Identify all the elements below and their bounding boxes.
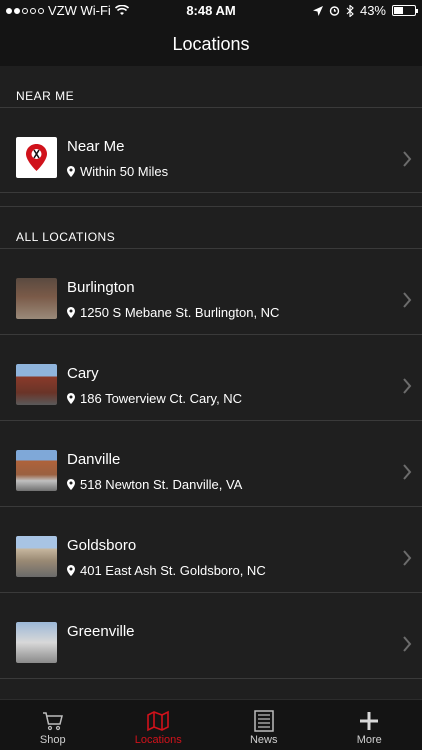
list-item-goldsboro[interactable]: Goldsboro 401 East Ash St. Goldsboro, NC	[0, 507, 422, 593]
status-bar: VZW Wi-Fi 8:48 AM 43%	[0, 0, 422, 22]
store-photo	[16, 364, 57, 405]
chevron-right-icon	[403, 151, 412, 167]
location-address: 401 East Ash St. Goldsboro, NC	[80, 563, 266, 578]
location-address: 518 Newton St. Danville, VA	[80, 477, 243, 492]
section-divider	[0, 193, 422, 207]
tab-label: News	[249, 734, 278, 746]
list-item-cary[interactable]: Cary 186 Towerview Ct. Cary, NC	[0, 335, 422, 421]
location-detail: Within 50 Miles	[67, 164, 168, 179]
plus-icon	[360, 712, 379, 730]
section-header-near-me: NEAR ME	[0, 66, 422, 108]
map-marker-icon	[67, 479, 75, 490]
chevron-right-icon	[403, 378, 412, 394]
map-icon	[147, 710, 170, 732]
battery-icon	[392, 5, 418, 16]
location-subtitle: Within 50 Miles	[80, 164, 169, 179]
location-name: Burlington	[67, 279, 135, 296]
location-detail: 518 Newton St. Danville, VA	[67, 477, 242, 492]
location-name: Goldsboro	[67, 537, 137, 554]
map-pin-logo-icon	[16, 137, 57, 178]
cart-icon	[42, 712, 63, 731]
location-address: 1250 S Mebane St. Burlington, NC	[80, 305, 280, 320]
map-marker-icon	[67, 393, 75, 404]
location-name: Danville	[67, 451, 121, 468]
location-detail: 1250 S Mebane St. Burlington, NC	[67, 305, 279, 320]
page-title: Locations	[172, 34, 250, 54]
locations-list[interactable]: NEAR ME Near Me Within 50 Miles ALL LOCA…	[0, 66, 422, 700]
store-photo	[16, 536, 57, 577]
map-marker-icon	[67, 166, 75, 177]
store-photo	[16, 622, 57, 663]
tab-bar: Shop Locations News More	[0, 699, 422, 750]
chevron-right-icon	[403, 636, 412, 652]
chevron-right-icon	[403, 464, 412, 480]
tab-locations[interactable]: Locations	[106, 700, 212, 750]
list-item-burlington[interactable]: Burlington 1250 S Mebane St. Burlington,…	[0, 249, 422, 335]
navigation-bar: Locations	[0, 22, 422, 66]
list-item-danville[interactable]: Danville 518 Newton St. Danville, VA	[0, 421, 422, 507]
location-detail: 401 East Ash St. Goldsboro, NC	[67, 563, 266, 578]
location-detail: 186 Towerview Ct. Cary, NC	[67, 391, 242, 406]
list-item-greenville[interactable]: Greenville	[0, 593, 422, 679]
alarm-icon	[329, 6, 340, 16]
tab-news[interactable]: News	[211, 700, 317, 750]
bluetooth-icon	[346, 4, 354, 17]
location-arrow-icon	[312, 5, 323, 16]
location-name: Cary	[67, 365, 99, 382]
battery-percent: 43%	[359, 3, 386, 18]
map-marker-icon	[67, 565, 75, 576]
location-name: Greenville	[67, 623, 135, 640]
tab-label: Shop	[39, 734, 66, 746]
status-right: 43%	[312, 3, 418, 18]
tab-label: More	[356, 734, 382, 746]
location-address: 186 Towerview Ct. Cary, NC	[80, 391, 243, 406]
chevron-right-icon	[403, 550, 412, 566]
location-name: Near Me	[67, 138, 125, 155]
section-header-all-locations: ALL LOCATIONS	[0, 207, 422, 249]
map-marker-icon	[67, 307, 75, 318]
newspaper-icon	[254, 710, 274, 732]
store-photo	[16, 450, 57, 491]
chevron-right-icon	[403, 292, 412, 308]
store-photo	[16, 278, 57, 319]
tab-label: Locations	[134, 734, 182, 746]
tab-more[interactable]: More	[317, 700, 422, 750]
list-item-near-me[interactable]: Near Me Within 50 Miles	[0, 108, 422, 193]
tab-shop[interactable]: Shop	[0, 700, 106, 750]
